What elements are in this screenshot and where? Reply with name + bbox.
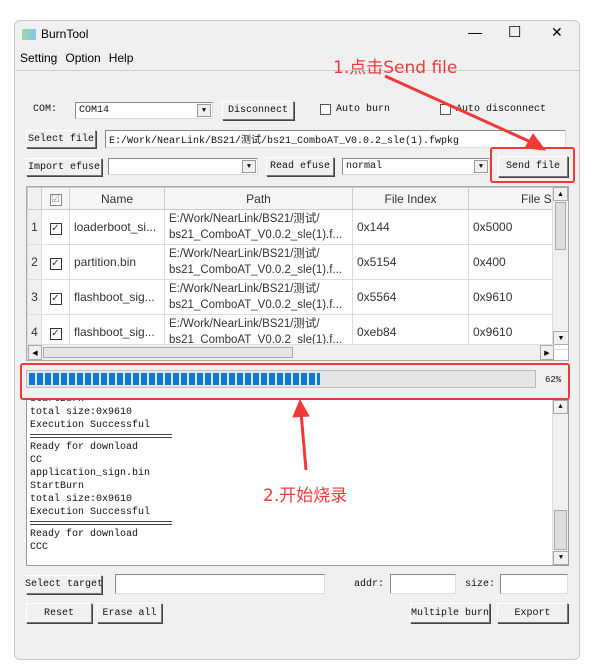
arrow-icon bbox=[384, 74, 534, 145]
arrowhead-icon bbox=[524, 133, 547, 151]
annotation-arrows bbox=[292, 74, 547, 471]
arrowhead-icon bbox=[292, 398, 310, 418]
arrow-icon bbox=[299, 411, 308, 471]
